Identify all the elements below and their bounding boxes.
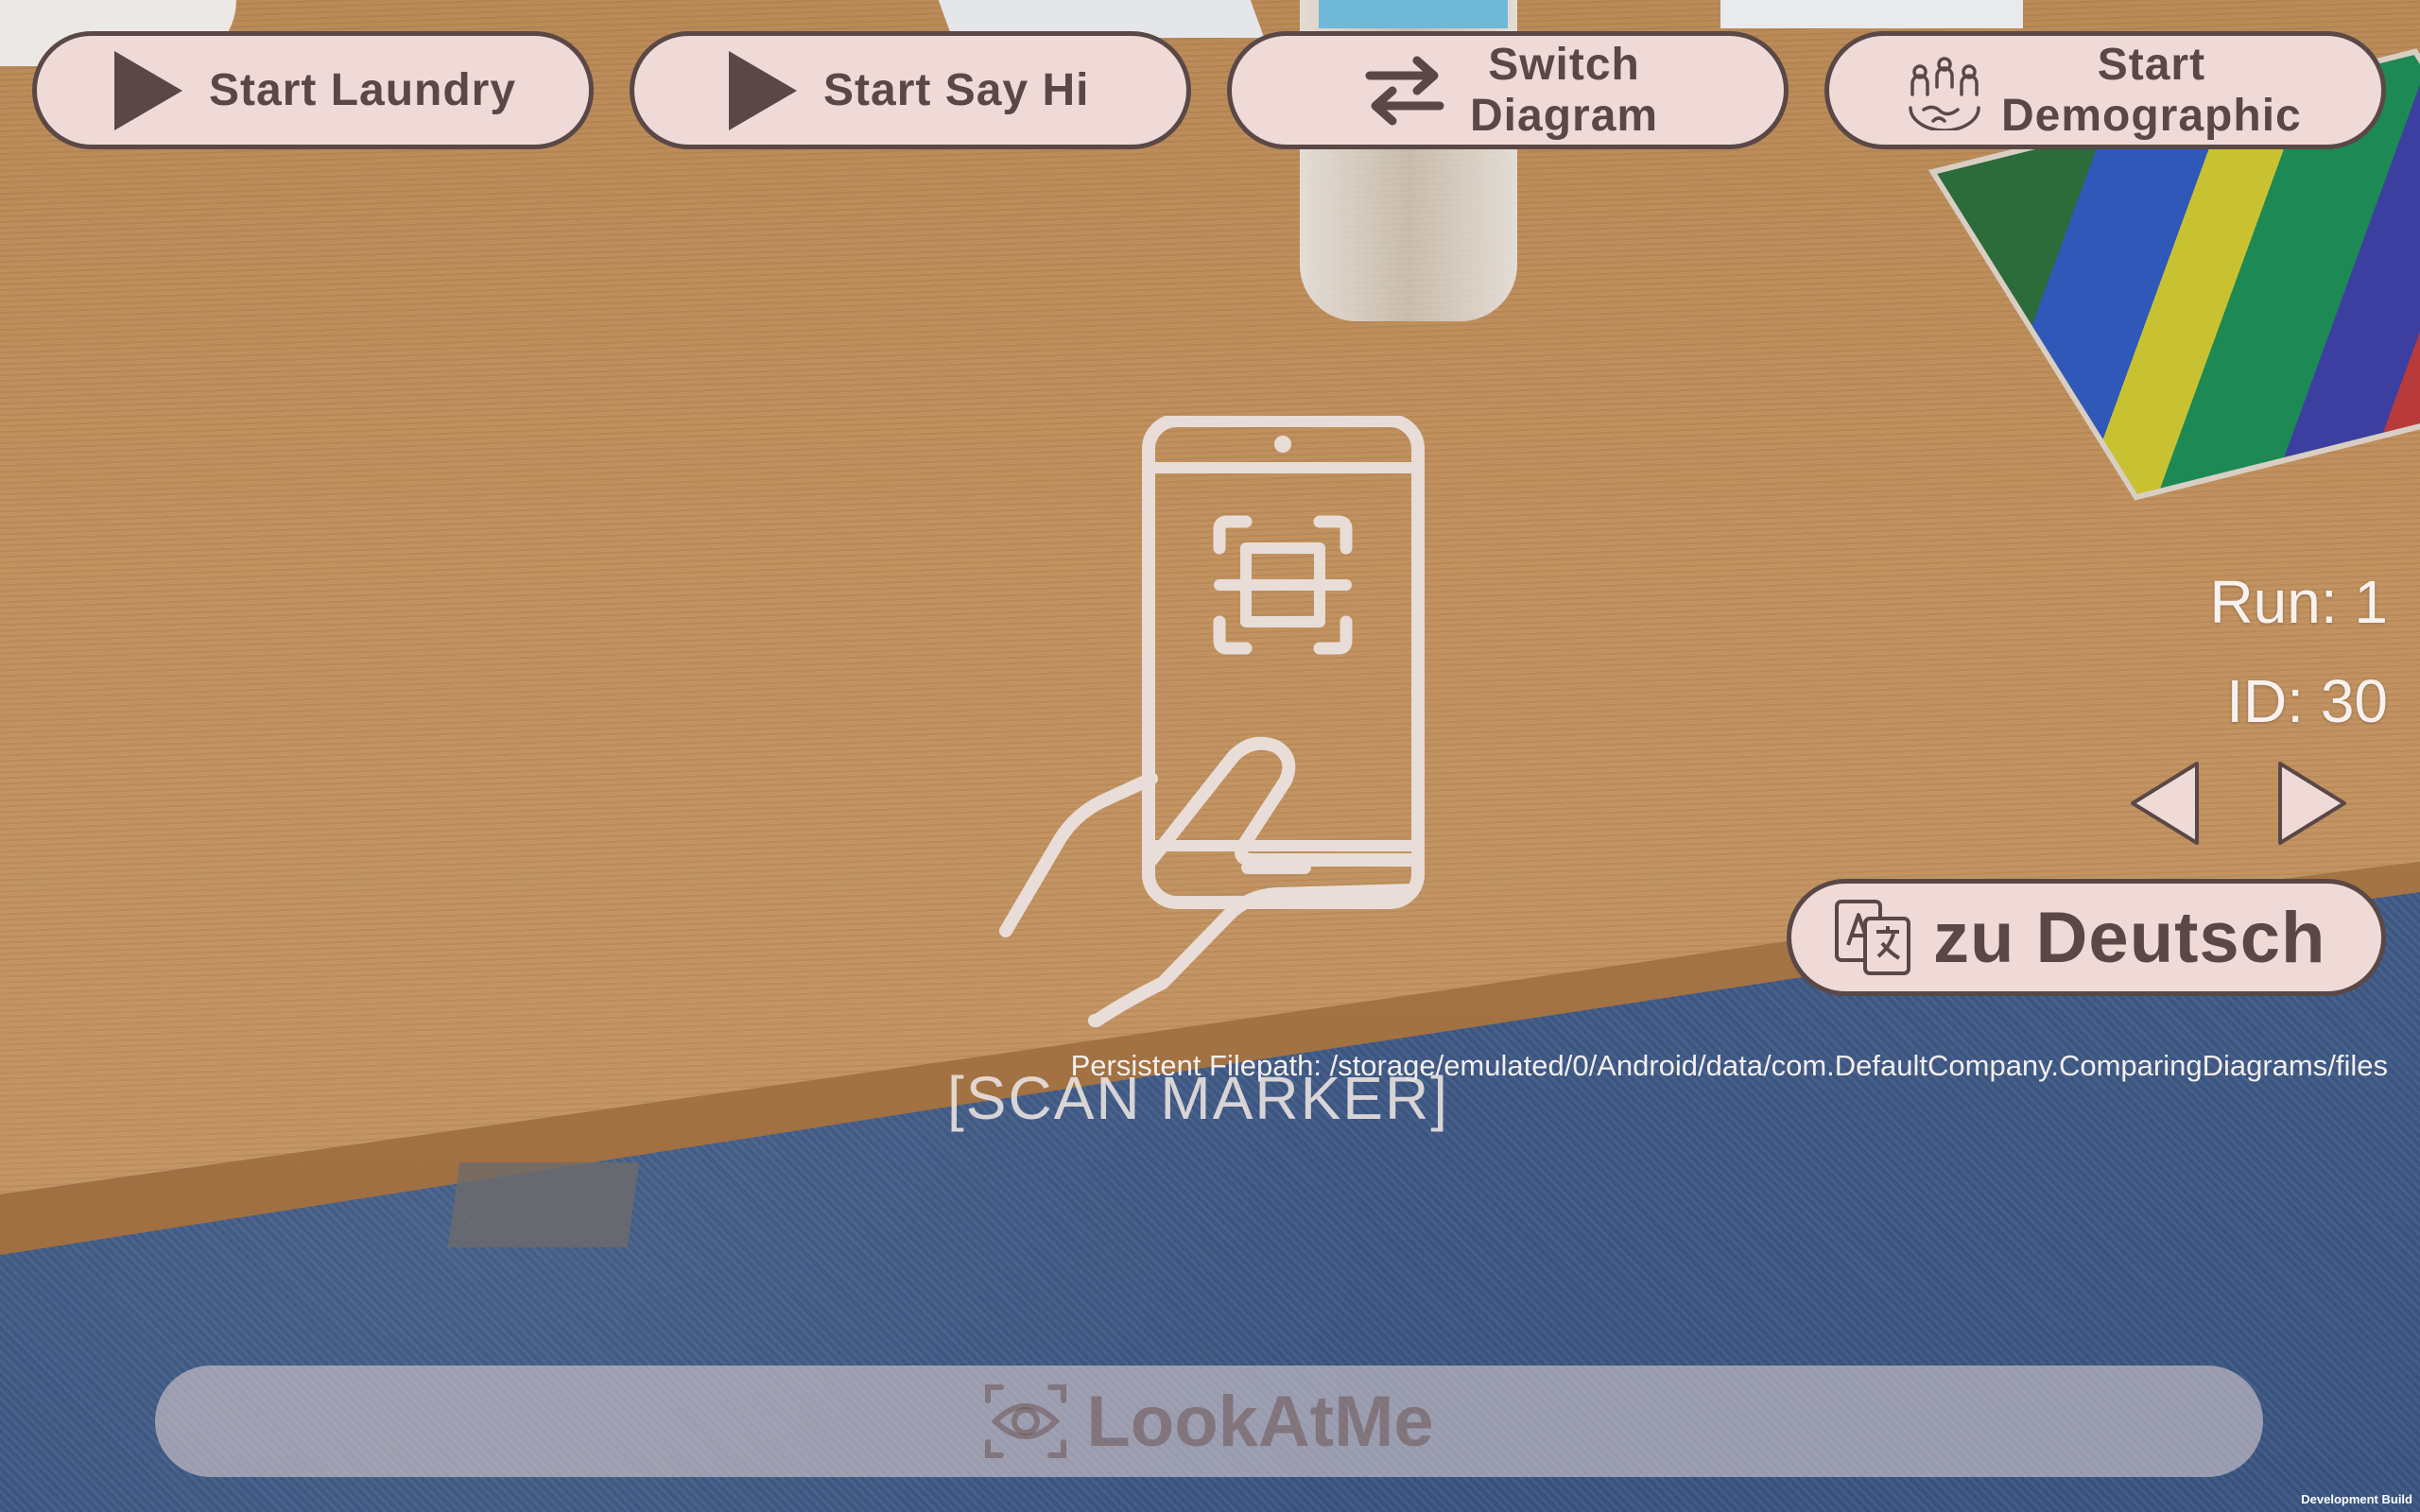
bottle-label bbox=[1319, 0, 1508, 28]
switch-diagram-line2: Diagram bbox=[1470, 90, 1659, 141]
people-globe-icon bbox=[1905, 51, 1984, 130]
start-demographic-line2: Demographic bbox=[2001, 90, 2302, 141]
play-icon bbox=[114, 50, 182, 130]
start-laundry-label: Start Laundry bbox=[209, 64, 517, 115]
background-box bbox=[1720, 0, 2023, 28]
scan-marker-prompt: [SCAN MARKER] bbox=[947, 1064, 1449, 1132]
look-at-me-label: LookAtMe bbox=[1086, 1381, 1434, 1462]
look-at-me-button[interactable]: LookAtMe bbox=[155, 1366, 2263, 1477]
development-build-label: Development Build bbox=[2301, 1492, 2412, 1506]
phone-scan-icon bbox=[993, 414, 1427, 1030]
translate-icon bbox=[1833, 898, 1912, 977]
table-leg bbox=[447, 1162, 640, 1247]
start-demographic-button[interactable]: Start Demographic bbox=[1824, 31, 2386, 149]
start-say-hi-label: Start Say Hi bbox=[823, 64, 1090, 115]
language-toggle-button[interactable]: zu Deutsch bbox=[1787, 879, 2386, 996]
switch-arrows-icon bbox=[1364, 55, 1445, 127]
participant-id: ID: 30 bbox=[2226, 667, 2388, 735]
start-demographic-line1: Start bbox=[2097, 39, 2206, 90]
switch-diagram-line1: Switch bbox=[1488, 39, 1640, 90]
play-icon bbox=[729, 50, 797, 130]
eye-scan-icon bbox=[984, 1382, 1067, 1461]
start-laundry-button[interactable]: Start Laundry bbox=[32, 31, 594, 149]
start-demographic-label: Start Demographic bbox=[2001, 40, 2302, 142]
switch-diagram-label: Switch Diagram bbox=[1470, 40, 1658, 142]
language-toggle-label: zu Deutsch bbox=[1933, 897, 2326, 978]
switch-diagram-button[interactable]: Switch Diagram bbox=[1227, 31, 1789, 149]
run-counter: Run: 1 bbox=[2209, 568, 2388, 636]
arrow-left-icon[interactable] bbox=[2121, 756, 2206, 850]
arrow-right-icon[interactable] bbox=[2271, 756, 2356, 850]
start-say-hi-button[interactable]: Start Say Hi bbox=[630, 31, 1191, 149]
